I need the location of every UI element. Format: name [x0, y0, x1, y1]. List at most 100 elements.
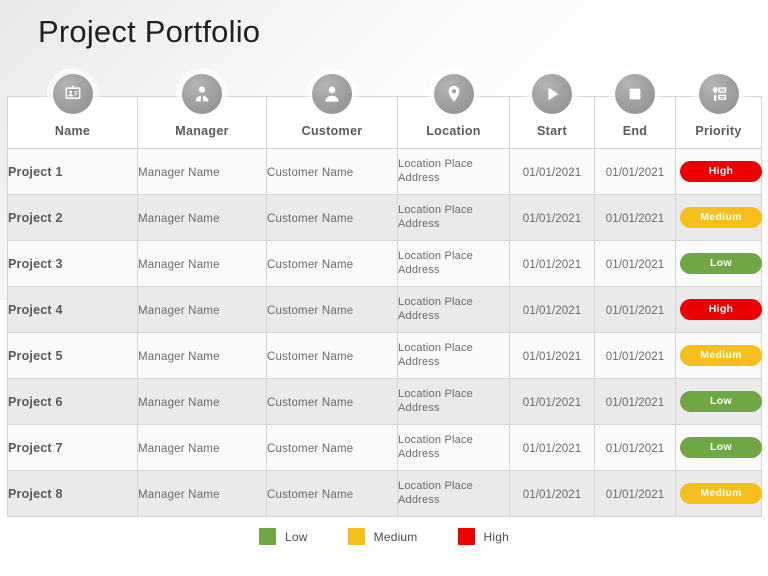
portfolio-table-container: Name Manager Customer Location Start End… — [7, 74, 762, 517]
table-header-row: Name Manager Customer Location Start End… — [7, 74, 762, 149]
location-line-2: Address — [398, 217, 440, 230]
customer-name: Customer Name — [267, 166, 354, 179]
legend-label: Medium — [373, 529, 418, 544]
cell-location: Location Place Address — [397, 286, 510, 333]
table-row[interactable]: Project 3 Manager Name Customer Name Locati… — [7, 240, 762, 287]
column-header-start[interactable]: Start — [509, 74, 595, 149]
project-name: Project 3 — [8, 256, 63, 271]
priority-badge[interactable]: Low — [680, 252, 762, 275]
priority-badge[interactable]: Low — [680, 390, 762, 413]
cell-customer: Customer Name — [266, 378, 398, 425]
customer-name: Customer Name — [267, 304, 354, 317]
location-line-2: Address — [398, 263, 440, 276]
cell-manager: Manager Name — [137, 194, 267, 241]
cell-priority: Medium — [675, 194, 762, 241]
project-name: Project 5 — [8, 348, 63, 363]
legend-swatch — [347, 528, 365, 545]
manager-name: Manager Name — [138, 258, 220, 271]
priority-badge[interactable]: Low — [680, 436, 762, 459]
location-line-2: Address — [398, 171, 440, 184]
column-header-end[interactable]: End — [594, 74, 676, 149]
cell-location: Location Place Address — [397, 148, 510, 195]
customer-name: Customer Name — [267, 212, 354, 225]
start-date: 01/01/2021 — [522, 304, 582, 317]
cell-customer: Customer Name — [266, 194, 398, 241]
cell-customer: Customer Name — [266, 148, 398, 195]
cell-customer: Customer Name — [266, 332, 398, 379]
cell-priority: Low — [675, 240, 762, 287]
location-line-2: Address — [398, 493, 440, 506]
column-header-name[interactable]: Name — [7, 74, 138, 149]
table-row[interactable]: Project 5 Manager Name Customer Name Locati… — [7, 332, 762, 379]
cell-manager: Manager Name — [137, 378, 267, 425]
cell-priority: Low — [675, 424, 762, 471]
legend-item: High — [457, 528, 509, 545]
cell-end-date: 01/01/2021 — [594, 148, 676, 195]
table-row[interactable]: Project 1 Manager Name Customer Name Locati… — [7, 148, 762, 195]
location-line-1: Location Place — [398, 204, 473, 216]
priority-badge[interactable]: High — [680, 298, 762, 321]
cell-priority: Medium — [675, 332, 762, 379]
project-name: Project 1 — [8, 164, 63, 179]
priority-badge[interactable]: High — [680, 160, 762, 183]
end-date: 01/01/2021 — [605, 442, 665, 455]
table-body: Project 1 Manager Name Customer Name Locati… — [7, 148, 762, 517]
end-date: 01/01/2021 — [605, 488, 665, 501]
start-date: 01/01/2021 — [522, 396, 582, 409]
start-date: 01/01/2021 — [522, 488, 582, 501]
column-header-customer[interactable]: Customer — [266, 74, 398, 149]
location-line-1: Location Place — [398, 250, 473, 262]
table-row[interactable]: Project 7 Manager Name Customer Name Locati… — [7, 424, 762, 471]
cell-start-date: 01/01/2021 — [509, 286, 595, 333]
start-date: 01/01/2021 — [522, 350, 582, 363]
column-header-priority[interactable]: Priority — [675, 74, 762, 149]
end-date: 01/01/2021 — [605, 350, 665, 363]
legend-swatch — [259, 528, 276, 545]
cell-name: Project 3 — [7, 240, 138, 287]
page-title: Project Portfolio — [38, 14, 261, 49]
priority-list-icon — [698, 74, 739, 114]
location-line-2: Address — [398, 447, 440, 460]
cell-location: Location Place Address — [397, 378, 510, 425]
table-row[interactable]: Project 8 Manager Name Customer Name Locati… — [7, 470, 762, 517]
customer-name: Customer Name — [267, 442, 354, 455]
legend-label: Low — [285, 529, 308, 544]
start-date: 01/01/2021 — [522, 258, 582, 271]
manager-name: Manager Name — [138, 166, 220, 179]
customer-name: Customer Name — [267, 488, 354, 501]
cell-name: Project 7 — [7, 424, 138, 471]
priority-badge[interactable]: Medium — [680, 344, 762, 367]
priority-badge[interactable]: Medium — [680, 482, 762, 505]
legend-label: High — [483, 529, 509, 544]
cell-manager: Manager Name — [137, 148, 267, 195]
cell-manager: Manager Name — [137, 332, 267, 379]
table-row[interactable]: Project 2 Manager Name Customer Name Locati… — [7, 194, 762, 241]
location-line-2: Address — [398, 401, 440, 414]
cell-location: Location Place Address — [397, 424, 510, 471]
cell-start-date: 01/01/2021 — [509, 240, 595, 287]
cell-end-date: 01/01/2021 — [594, 378, 676, 425]
cell-manager: Manager Name — [137, 470, 267, 517]
column-header-manager[interactable]: Manager — [137, 74, 267, 149]
priority-badge[interactable]: Medium — [680, 206, 762, 229]
customer-name: Customer Name — [267, 396, 354, 409]
column-header-location[interactable]: Location — [397, 74, 510, 149]
location-line-1: Location Place — [398, 296, 473, 308]
manager-name: Manager Name — [138, 396, 220, 409]
location-line-1: Location Place — [398, 434, 473, 446]
cell-end-date: 01/01/2021 — [594, 424, 676, 471]
legend-swatch — [457, 528, 475, 545]
cell-start-date: 01/01/2021 — [509, 424, 595, 471]
cell-end-date: 01/01/2021 — [594, 240, 676, 287]
start-date: 01/01/2021 — [522, 442, 582, 455]
manager-name: Manager Name — [138, 442, 220, 455]
cell-start-date: 01/01/2021 — [509, 378, 595, 425]
table-row[interactable]: Project 6 Manager Name Customer Name Locati… — [7, 378, 762, 425]
end-date: 01/01/2021 — [605, 212, 665, 225]
cell-customer: Customer Name — [266, 424, 398, 471]
start-date: 01/01/2021 — [522, 212, 582, 225]
manager-name: Manager Name — [138, 350, 220, 363]
table-row[interactable]: Project 4 Manager Name Customer Name Locati… — [7, 286, 762, 333]
cell-location: Location Place Address — [397, 240, 510, 287]
project-name: Project 4 — [8, 302, 63, 317]
